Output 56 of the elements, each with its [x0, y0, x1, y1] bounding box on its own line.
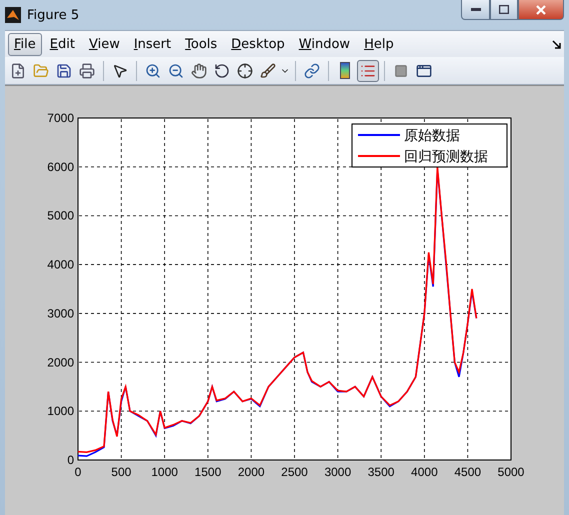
tick-label: 4000 [411, 465, 438, 479]
hand-icon [191, 62, 207, 78]
menu-item[interactable]: File [8, 32, 42, 56]
app-logo-icon [5, 7, 21, 23]
tick-label: 4000 [47, 258, 74, 272]
tick-label: 4500 [454, 465, 482, 479]
menu-item[interactable]: Window [292, 32, 356, 56]
window-icon [416, 62, 432, 78]
menu-item[interactable]: View [82, 32, 126, 56]
tick-label: 7000 [47, 111, 74, 125]
tick-label: 3000 [47, 306, 74, 320]
data-cursor-icon [237, 62, 253, 78]
window-title: Figure 5 [27, 8, 80, 22]
dock-arrow-icon[interactable] [552, 40, 561, 48]
tick-label: 6000 [47, 160, 74, 174]
printer-icon [79, 62, 95, 78]
legend-label: 回归预测数据 [404, 149, 488, 165]
square-icon [394, 64, 408, 78]
menu-item[interactable]: Tools [179, 32, 224, 56]
tick-label: 2000 [238, 465, 265, 479]
menu-item[interactable]: Insert [128, 32, 178, 56]
menu-item[interactable]: Help [358, 32, 400, 56]
legend-label: 原始数据 [404, 128, 460, 144]
menu-item[interactable]: Edit [44, 32, 81, 56]
tick-label: 2000 [47, 355, 74, 370]
tick-label: 5000 [47, 208, 74, 223]
zoom-out-icon [168, 62, 184, 78]
tick-label: 1000 [47, 404, 74, 418]
tick-label: 2500 [281, 465, 308, 479]
close-icon [536, 4, 546, 14]
tick-label: 500 [111, 465, 132, 479]
link-icon [304, 62, 320, 78]
maximize-icon [499, 5, 509, 14]
brush-icon [260, 62, 276, 78]
maximize-button[interactable] [490, 0, 518, 20]
close-button[interactable] [518, 0, 564, 20]
pointer-icon [112, 62, 128, 78]
minimize-icon [470, 8, 480, 12]
legend-line [358, 134, 400, 136]
tick-label: 1500 [194, 465, 222, 479]
rotate-icon [214, 62, 230, 78]
tick-label: 0 [74, 465, 82, 479]
tick-label: 5000 [498, 465, 524, 479]
new-file-icon [10, 62, 26, 78]
tick-label: 3500 [368, 465, 394, 479]
tick-label: 3000 [324, 465, 352, 479]
tick-label: 0 [67, 453, 74, 467]
menu-item[interactable]: Desktop [225, 32, 291, 56]
tick-label: 1000 [151, 465, 178, 479]
save-icon [56, 62, 72, 78]
zoom-in-icon [145, 62, 161, 78]
legend-icon [360, 62, 376, 78]
folder-icon [33, 62, 49, 78]
colorbar-icon [340, 62, 350, 79]
minimize-button[interactable] [461, 0, 490, 20]
legend-line [358, 155, 400, 157]
